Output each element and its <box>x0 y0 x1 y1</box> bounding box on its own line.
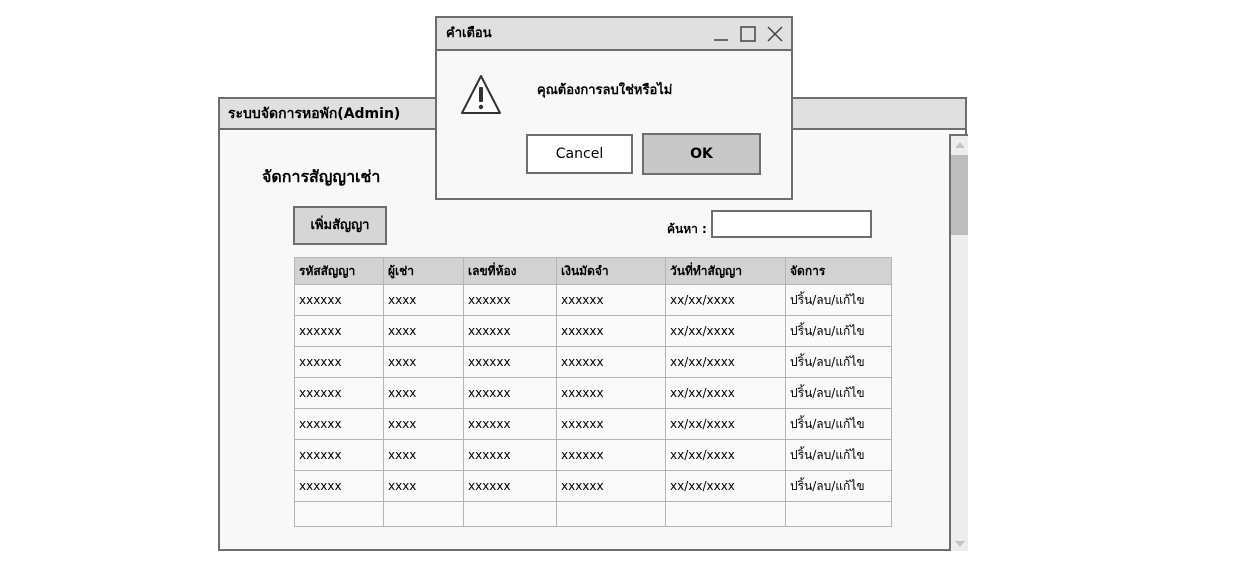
close-icon[interactable] <box>766 25 784 43</box>
cell-room-number: xxxxxx <box>463 377 557 409</box>
cell-room-number: xxxxxx <box>463 346 557 378</box>
cell-deposit: xxxxxx <box>556 346 666 378</box>
cell-room-number: xxxxxx <box>463 408 557 440</box>
table-row: xxxxxx xxxx xxxxxx xxxxxx xx/xx/xxxx ปริ… <box>294 346 892 378</box>
cell-contract-date: xx/xx/xxxx <box>665 284 786 316</box>
cell-contract-date: xx/xx/xxxx <box>665 470 786 502</box>
cell-contract-id: xxxxxx <box>294 408 384 440</box>
column-header-deposit: เงินมัดจำ <box>556 257 666 285</box>
cell-tenant: xxxx <box>383 439 464 471</box>
empty-cell <box>665 501 786 527</box>
column-header-manage: จัดการ <box>785 257 892 285</box>
cell-contract-date: xx/xx/xxxx <box>665 315 786 347</box>
empty-cell <box>383 501 464 527</box>
cell-contract-date: xx/xx/xxxx <box>665 346 786 378</box>
cell-tenant: xxxx <box>383 408 464 440</box>
maximize-icon[interactable] <box>739 25 757 43</box>
cell-deposit: xxxxxx <box>556 284 666 316</box>
cell-tenant: xxxx <box>383 284 464 316</box>
cell-tenant: xxxx <box>383 470 464 502</box>
empty-cell <box>294 501 384 527</box>
table-row-empty <box>294 501 892 527</box>
add-contract-button[interactable]: เพิ่มสัญญา <box>293 206 387 245</box>
scrollbar-thumb[interactable] <box>951 155 968 235</box>
minimize-icon[interactable] <box>712 25 730 43</box>
confirm-dialog: คำเตือน คุณต้องการลบใช่หรือไม่ Cancel OK <box>435 16 793 200</box>
cell-deposit: xxxxxx <box>556 439 666 471</box>
contracts-table: รหัสสัญญา ผู้เช่า เลขที่ห้อง เงินมัดจำ ว… <box>294 257 892 527</box>
table-row: xxxxxx xxxx xxxxxx xxxxxx xx/xx/xxxx ปริ… <box>294 284 892 316</box>
cell-deposit: xxxxxx <box>556 377 666 409</box>
cell-deposit: xxxxxx <box>556 470 666 502</box>
column-header-contract-id: รหัสสัญญา <box>294 257 384 285</box>
scroll-down-arrow-icon[interactable] <box>954 540 966 548</box>
cell-contract-date: xx/xx/xxxx <box>665 439 786 471</box>
cell-manage-actions[interactable]: ปริ้น/ลบ/แก้ไข <box>785 470 892 502</box>
column-header-contract-date: วันที่ทำสัญญา <box>665 257 786 285</box>
scroll-up-arrow-icon[interactable] <box>954 141 966 149</box>
cell-tenant: xxxx <box>383 346 464 378</box>
vertical-scrollbar[interactable] <box>949 134 968 551</box>
cell-deposit: xxxxxx <box>556 408 666 440</box>
cell-tenant: xxxx <box>383 315 464 347</box>
cell-manage-actions[interactable]: ปริ้น/ลบ/แก้ไข <box>785 377 892 409</box>
cell-room-number: xxxxxx <box>463 315 557 347</box>
table-header-row: รหัสสัญญา ผู้เช่า เลขที่ห้อง เงินมัดจำ ว… <box>294 257 892 285</box>
empty-cell <box>785 501 892 527</box>
cell-manage-actions[interactable]: ปริ้น/ลบ/แก้ไข <box>785 315 892 347</box>
cell-deposit: xxxxxx <box>556 315 666 347</box>
cell-contract-id: xxxxxx <box>294 346 384 378</box>
cell-tenant: xxxx <box>383 377 464 409</box>
empty-cell <box>556 501 666 527</box>
cancel-button[interactable]: Cancel <box>526 134 633 174</box>
cell-contract-id: xxxxxx <box>294 315 384 347</box>
ok-button[interactable]: OK <box>642 133 761 175</box>
table-row: xxxxxx xxxx xxxxxx xxxxxx xx/xx/xxxx ปริ… <box>294 377 892 409</box>
cell-manage-actions[interactable]: ปริ้น/ลบ/แก้ไข <box>785 284 892 316</box>
column-header-tenant: ผู้เช่า <box>383 257 464 285</box>
dialog-title-bar: คำเตือน <box>437 18 791 51</box>
cell-contract-id: xxxxxx <box>294 439 384 471</box>
table-row: xxxxxx xxxx xxxxxx xxxxxx xx/xx/xxxx ปริ… <box>294 439 892 471</box>
cell-room-number: xxxxxx <box>463 284 557 316</box>
page-title: จัดการสัญญาเช่า <box>262 167 381 186</box>
cell-contract-date: xx/xx/xxxx <box>665 377 786 409</box>
cell-room-number: xxxxxx <box>463 439 557 471</box>
column-header-room-number: เลขที่ห้อง <box>463 257 557 285</box>
table-row: xxxxxx xxxx xxxxxx xxxxxx xx/xx/xxxx ปริ… <box>294 470 892 502</box>
cell-contract-id: xxxxxx <box>294 377 384 409</box>
cell-manage-actions[interactable]: ปริ้น/ลบ/แก้ไข <box>785 408 892 440</box>
cell-manage-actions[interactable]: ปริ้น/ลบ/แก้ไข <box>785 346 892 378</box>
cell-contract-id: xxxxxx <box>294 284 384 316</box>
warning-icon <box>461 75 501 114</box>
cell-contract-id: xxxxxx <box>294 470 384 502</box>
dialog-title: คำเตือน <box>446 26 492 41</box>
cell-manage-actions[interactable]: ปริ้น/ลบ/แก้ไข <box>785 439 892 471</box>
cell-room-number: xxxxxx <box>463 470 557 502</box>
search-input[interactable] <box>711 210 872 238</box>
search-label: ค้นหา : <box>667 222 707 236</box>
table-row: xxxxxx xxxx xxxxxx xxxxxx xx/xx/xxxx ปริ… <box>294 408 892 440</box>
dialog-message: คุณต้องการลบใช่หรือไม่ <box>537 83 673 98</box>
table-row: xxxxxx xxxx xxxxxx xxxxxx xx/xx/xxxx ปริ… <box>294 315 892 347</box>
empty-cell <box>463 501 557 527</box>
cell-contract-date: xx/xx/xxxx <box>665 408 786 440</box>
